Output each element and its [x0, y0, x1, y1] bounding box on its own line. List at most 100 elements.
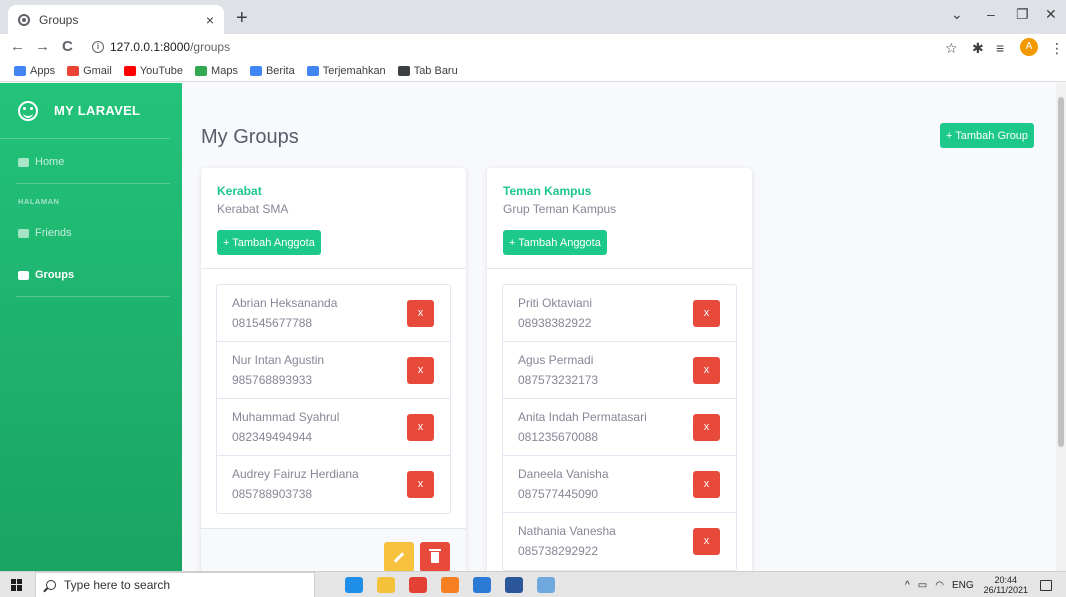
add-group-button[interactable]: + Tambah Group — [940, 123, 1035, 148]
browser-tab[interactable]: Groups × — [8, 5, 224, 34]
word-icon[interactable] — [505, 576, 523, 593]
add-member-button[interactable]: + Tambah Anggota — [503, 230, 607, 255]
bookmark-maps[interactable]: Maps — [195, 65, 238, 77]
profile-avatar[interactable]: A — [1020, 38, 1038, 56]
member-item: Nathania Vanesha 085738292922 x — [503, 513, 736, 570]
delete-group-button[interactable] — [420, 542, 450, 571]
windows-start-icon[interactable] — [11, 578, 23, 591]
browser-tab-bar: Groups × + ⌄ – ❐ ✕ — [0, 0, 1066, 34]
laugh-wink-icon — [18, 100, 38, 121]
close-window-icon[interactable]: ✕ — [1045, 6, 1057, 23]
sidebar-item-groups[interactable]: Groups — [0, 254, 182, 296]
language-indicator[interactable]: ENG — [952, 580, 974, 591]
remove-member-button[interactable]: x — [693, 471, 720, 498]
tab-close-button[interactable]: × — [206, 12, 214, 28]
remove-member-button[interactable]: x — [407, 357, 434, 384]
wifi-icon[interactable]: ◠ — [935, 580, 944, 591]
remove-member-button[interactable]: x — [693, 357, 720, 384]
main-content: My Groups + Tambah Group Kerabat Kerabat… — [182, 83, 1056, 571]
member-item: Agus Permadi 087573232173 x — [503, 342, 736, 399]
group-card-header: Teman Kampus Grup Teman Kampus + Tambah … — [487, 168, 752, 269]
bookmark-gmail[interactable]: Gmail — [67, 65, 112, 77]
add-member-button[interactable]: + Tambah Anggota — [217, 230, 321, 255]
extensions-icon[interactable]: ✱ — [972, 40, 984, 57]
scrollbar-thumb[interactable] — [1058, 97, 1064, 447]
bookmark-apps[interactable]: Apps — [14, 65, 55, 77]
battery-icon[interactable]: ▭ — [918, 580, 927, 591]
remove-member-button[interactable]: x — [693, 300, 720, 327]
group-description: Grup Teman Kampus — [503, 202, 617, 216]
url-input[interactable]: i 127.0.0.1:8000/groups — [92, 36, 932, 58]
notification-icon[interactable] — [1040, 579, 1052, 591]
clock[interactable]: 20:44 26/11/2021 — [984, 575, 1028, 595]
sidebar-item-home[interactable]: Home — [0, 141, 182, 183]
xampp-icon[interactable] — [441, 576, 459, 593]
reading-list-icon[interactable]: ≡ — [996, 40, 1004, 56]
restore-icon[interactable]: ❐ — [1016, 6, 1029, 23]
globe-icon — [397, 65, 410, 76]
user-friends-icon — [18, 270, 29, 280]
taskbar-search-input[interactable]: Type here to search — [35, 571, 315, 597]
edit-group-button[interactable] — [384, 542, 414, 571]
chevron-down-icon[interactable]: ⌄ — [951, 6, 963, 23]
page-scrollbar[interactable] — [1056, 83, 1066, 571]
vscode-icon[interactable] — [473, 576, 491, 593]
tab-title: Groups — [39, 12, 79, 27]
remove-member-button[interactable]: x — [693, 528, 720, 555]
edge-icon[interactable] — [345, 576, 363, 593]
dashboard-icon — [18, 157, 29, 167]
reload-icon[interactable]: C — [62, 38, 73, 55]
member-item: Nur Intan Agustin 985768893933 x — [217, 342, 450, 399]
pencil-icon — [393, 552, 405, 563]
group-card-body: Abrian Heksananda 081545677788 x Nur Int… — [201, 269, 466, 528]
translate-icon — [306, 65, 319, 76]
star-icon[interactable]: ☆ — [945, 40, 958, 57]
globe-icon — [18, 13, 30, 26]
sidebar-heading: HALAMAN — [18, 197, 60, 206]
trash-icon — [429, 549, 441, 563]
remove-member-button[interactable]: x — [693, 414, 720, 441]
bookmark-youtube[interactable]: YouTube — [123, 65, 183, 77]
bookmark-berita[interactable]: Berita — [249, 65, 295, 77]
group-card-footer — [201, 528, 466, 571]
group-card-header: Kerabat Kerabat SMA + Tambah Anggota — [201, 168, 466, 269]
chevron-up-icon[interactable]: ^ — [905, 580, 910, 591]
group-name: Teman Kampus — [503, 184, 592, 198]
remove-member-button[interactable]: x — [407, 414, 434, 441]
remove-member-button[interactable]: x — [407, 300, 434, 327]
bookmark-terjemahkan[interactable]: Terjemahkan — [306, 65, 386, 77]
sidebar-item-label: Home — [35, 156, 65, 168]
gmail-icon — [67, 65, 80, 76]
chrome-icon[interactable] — [409, 576, 427, 593]
menu-icon[interactable]: ⋮ — [1050, 40, 1064, 57]
member-item: Abrian Heksananda 081545677788 x — [217, 285, 450, 342]
minimize-icon[interactable]: – — [987, 6, 995, 22]
back-icon[interactable]: ← — [10, 38, 25, 55]
app-icon[interactable] — [537, 576, 555, 593]
bookmarks-bar: Apps Gmail YouTube Maps Berita Terjemahk… — [0, 60, 1066, 82]
sidebar-brand[interactable]: MY LARAVEL — [0, 83, 170, 139]
forward-icon[interactable]: → — [35, 38, 50, 55]
page-title: My Groups — [201, 126, 299, 148]
news-icon — [249, 65, 262, 76]
bookmark-tab-baru[interactable]: Tab Baru — [397, 65, 458, 77]
group-description: Kerabat SMA — [217, 202, 289, 216]
group-card: Teman Kampus Grup Teman Kampus + Tambah … — [487, 168, 752, 571]
member-list: Abrian Heksananda 081545677788 x Nur Int… — [216, 284, 451, 514]
url-host: 127.0.0.1:8000 — [110, 40, 191, 54]
sidebar-item-label: Friends — [35, 227, 72, 239]
sidebar-item-friends[interactable]: Friends — [0, 212, 182, 254]
search-icon — [46, 579, 56, 590]
system-tray: ^ ▭ ◠ ENG 20:44 26/11/2021 — [905, 572, 1052, 597]
sidebar-divider — [16, 296, 170, 297]
apps-grid-icon — [14, 65, 26, 76]
info-icon[interactable]: i — [92, 41, 104, 53]
member-item: Audrey Fairuz Herdiana 085788903738 x — [217, 456, 450, 513]
new-tab-button[interactable]: + — [236, 7, 248, 30]
url-path: /groups — [190, 40, 231, 54]
users-icon — [18, 228, 29, 238]
maps-pin-icon — [195, 65, 208, 76]
taskbar-search-placeholder: Type here to search — [64, 577, 171, 592]
file-explorer-icon[interactable] — [377, 576, 395, 593]
remove-member-button[interactable]: x — [407, 471, 434, 498]
